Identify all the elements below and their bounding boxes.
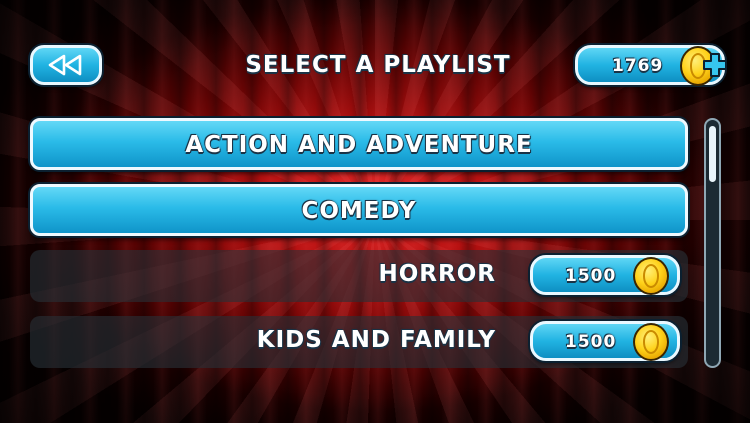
playlist-item-action-and-adventure[interactable]: ACTION AND ADVENTURE: [30, 118, 688, 170]
price-value: 1500: [565, 266, 617, 286]
coin-count: 1769: [612, 56, 664, 76]
playlist-item-comedy[interactable]: COMEDY: [30, 184, 688, 236]
coin-counter-button[interactable]: 1769: [575, 45, 727, 86]
unlock-price-button[interactable]: 1500: [530, 255, 680, 295]
scrollbar-thumb[interactable]: [709, 126, 716, 182]
playlist-label: HORROR: [378, 261, 496, 287]
plus-icon: [703, 53, 727, 77]
coin-icon: [633, 257, 669, 295]
scrollbar[interactable]: [704, 118, 721, 368]
unlock-price-button[interactable]: 1500: [530, 321, 680, 361]
coin-icon: [633, 323, 669, 361]
playlist-item-kids-and-family[interactable]: KIDS AND FAMILY 1500: [30, 316, 688, 368]
playlist-label: COMEDY: [301, 198, 417, 224]
playlist-list: ACTION AND ADVENTURE COMEDY HORROR 1500 …: [30, 118, 688, 418]
playlist-item-horror[interactable]: HORROR 1500: [30, 250, 688, 302]
playlist-label: ACTION AND ADVENTURE: [185, 132, 533, 158]
price-value: 1500: [565, 332, 617, 352]
playlist-label: KIDS AND FAMILY: [256, 327, 496, 353]
